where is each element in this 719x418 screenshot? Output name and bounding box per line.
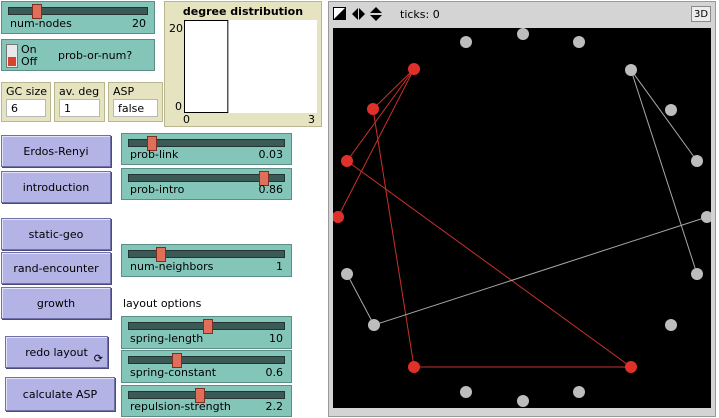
network-link [373, 216, 708, 326]
num-neighbors-slider[interactable]: num-neighbors 1 [121, 244, 292, 277]
3d-button[interactable]: 3D [691, 6, 711, 22]
network-node[interactable] [625, 64, 637, 76]
spring-constant-slider[interactable]: spring-constant 0.6 [121, 350, 292, 383]
network-link [630, 69, 698, 275]
slider-value: 0.86 [258, 183, 284, 196]
plot-svg [184, 20, 229, 113]
switch-off-label: Off [21, 55, 38, 68]
network-node[interactable] [367, 103, 379, 115]
network-link [630, 69, 698, 162]
slider-track [128, 391, 285, 399]
monitor-value: false [113, 99, 158, 117]
spring-length-slider[interactable]: spring-length 10 [121, 316, 292, 349]
switch-label: prob-or-num? [58, 49, 133, 62]
monitor-label: ASP [113, 85, 135, 98]
x-max-label: 3 [308, 113, 315, 126]
switch-toggle[interactable] [6, 44, 18, 68]
prob-intro-slider[interactable]: prob-intro 0.86 [121, 168, 292, 200]
network-node[interactable] [341, 268, 353, 280]
network-node[interactable] [691, 268, 703, 280]
slider-value: 20 [132, 17, 146, 30]
slider-label: spring-constant [130, 366, 217, 379]
network-node[interactable] [701, 211, 713, 223]
slider-label: spring-length [130, 332, 204, 345]
network-link [372, 108, 415, 368]
monitor-value: 6 [6, 99, 46, 117]
network-node[interactable] [573, 36, 585, 48]
monitor-label: av. deg [59, 85, 100, 98]
network-node[interactable] [517, 395, 529, 407]
slider-track [8, 7, 148, 15]
network-node[interactable] [460, 386, 472, 398]
repulsion-strength-slider[interactable]: repulsion-strength 2.2 [121, 385, 292, 417]
network-node[interactable] [665, 319, 677, 331]
slider-value: 10 [269, 332, 283, 345]
static-geo-button[interactable]: static-geo [1, 218, 111, 250]
network-world[interactable] [332, 28, 713, 408]
prob-link-slider[interactable]: prob-link 0.03 [121, 133, 292, 165]
network-link [337, 68, 415, 218]
slider-label: prob-intro [130, 183, 185, 196]
gc-size-monitor: GC size 6 [1, 82, 51, 122]
fit-view-icon[interactable] [333, 7, 346, 20]
network-node[interactable] [408, 63, 420, 75]
network-node[interactable] [625, 361, 637, 373]
network-node[interactable] [665, 104, 677, 116]
slider-thumb[interactable] [203, 319, 213, 334]
prob-or-num-switch[interactable]: On Off prob-or-num? [1, 39, 155, 71]
network-node[interactable] [517, 28, 529, 40]
slider-label: prob-link [130, 148, 179, 161]
monitor-label: GC size [6, 85, 48, 98]
calculate-asp-button[interactable]: calculate ASP [5, 377, 115, 411]
growth-button[interactable]: growth [1, 287, 111, 319]
layout-options-label: layout options [123, 297, 202, 310]
network-node[interactable] [691, 155, 703, 167]
network-node[interactable] [341, 155, 353, 167]
nodes [332, 28, 713, 407]
histogram-bar [184, 20, 229, 113]
network-node[interactable] [460, 36, 472, 48]
zoom-arrows-icon[interactable] [370, 7, 382, 21]
erdos-renyi-button[interactable]: Erdos-Renyi [1, 135, 111, 167]
degree-distribution-plot: degree distribution 20 0 0 3 [164, 1, 322, 127]
links [337, 68, 708, 368]
slider-value: 2.2 [265, 400, 284, 413]
forever-icon: ⟳ [93, 352, 103, 365]
network-node[interactable] [332, 211, 344, 223]
speed-arrows-icon[interactable] [352, 8, 365, 20]
plot-area [184, 20, 317, 113]
introduction-button[interactable]: introduction [1, 171, 111, 203]
monitor-value: 1 [59, 99, 100, 117]
view-toolbar: ticks: 0 3D [329, 2, 715, 26]
network-link [346, 273, 375, 326]
slider-value: 0.6 [265, 366, 284, 379]
slider-value: 1 [276, 260, 283, 273]
rand-encounter-button[interactable]: rand-encounter [1, 252, 111, 284]
y-min-label: 0 [175, 100, 182, 113]
redo-layout-label: redo layout [25, 345, 88, 359]
network-svg[interactable] [332, 28, 713, 408]
world-view-panel: ticks: 0 3D [328, 1, 716, 417]
network-link [346, 68, 415, 162]
x-min-label: 0 [183, 113, 190, 126]
av-deg-monitor: av. deg 1 [54, 82, 105, 122]
slider-track [128, 356, 285, 364]
network-node[interactable] [368, 319, 380, 331]
slider-track [128, 250, 285, 258]
y-max-label: 20 [169, 22, 183, 35]
slider-label: num-nodes [10, 17, 72, 30]
view-controls [333, 7, 382, 21]
num-nodes-slider[interactable]: num-nodes 20 [1, 1, 155, 34]
network-link [346, 160, 632, 368]
network-node[interactable] [408, 361, 420, 373]
network-node[interactable] [573, 386, 585, 398]
network-link [372, 68, 415, 110]
redo-layout-button[interactable]: redo layout ⟳ [5, 336, 108, 368]
slider-label: num-neighbors [130, 260, 214, 273]
slider-label: repulsion-strength [130, 400, 231, 413]
slider-value: 0.03 [258, 148, 284, 161]
plot-title: degree distribution [182, 5, 304, 18]
ticks-counter: ticks: 0 [400, 8, 440, 21]
asp-monitor: ASP false [108, 82, 163, 122]
